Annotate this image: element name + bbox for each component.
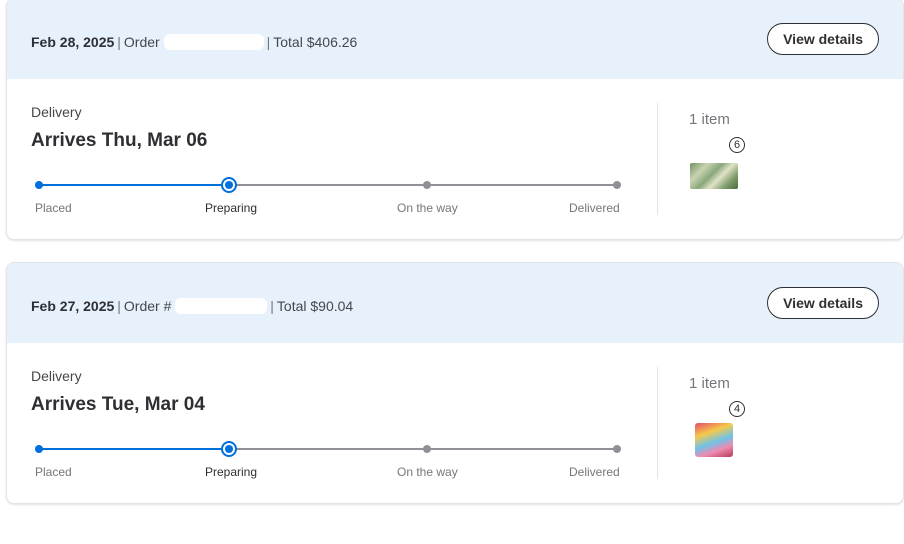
item-count: 1 item [689,111,730,128]
product-thumbnail[interactable] [690,163,738,189]
separator: | [117,34,121,50]
order-card: Feb 27, 2025 | Order # | Total $90.04 View … [6,262,904,504]
separator: | [117,298,121,314]
view-details-button[interactable]: View details [767,287,879,319]
step-label-delivered: Delivered [569,465,620,479]
order-body: Delivery Arrives Thu, Mar 06 Placed Prep… [7,79,903,239]
step-label-placed: Placed [35,465,72,479]
order-body: Delivery Arrives Tue, Mar 04 Placed Prep… [7,343,903,503]
view-details-button[interactable]: View details [767,23,879,55]
order-header: Feb 28, 2025 | Order | Total $406.26 View d… [7,0,903,79]
order-card: Feb 28, 2025 | Order | Total $406.26 View d… [6,0,904,240]
order-total: Total $406.26 [273,34,358,50]
step-dot-delivered [613,181,621,189]
delivery-type: Delivery [31,104,82,120]
step-label-placed: Placed [35,201,72,215]
quantity-badge: 4 [729,401,745,417]
step-label-on-the-way: On the way [397,465,458,479]
divider [657,367,658,479]
step-dot-preparing [221,177,237,193]
order-header: Feb 27, 2025 | Order # | Total $90.04 View … [7,263,903,343]
arrival-date: Arrives Thu, Mar 06 [31,130,208,151]
product-thumbnail[interactable] [695,423,733,457]
progress-line-completed [39,184,229,186]
order-summary: Feb 27, 2025 | Order # | Total $90.04 [31,298,353,314]
order-total: Total $90.04 [276,298,354,314]
progress-line-completed [39,448,229,450]
order-summary: Feb 28, 2025 | Order | Total $406.26 [31,34,357,50]
step-label-on-the-way: On the way [397,201,458,215]
step-label-preparing: Preparing [205,465,258,479]
step-label-preparing: Preparing [205,201,258,215]
redacted-order-number [175,298,268,314]
progress-tracker: Placed Preparing On the way Delivered [35,177,621,217]
arrival-date: Arrives Tue, Mar 04 [31,394,205,415]
quantity-badge: 6 [729,137,745,153]
order-date: Feb 28, 2025 [31,34,115,50]
step-dot-on-the-way [423,181,431,189]
step-dot-delivered [613,445,621,453]
delivery-type: Delivery [31,368,82,384]
step-dot-preparing [221,441,237,457]
step-label-delivered: Delivered [569,201,620,215]
order-date: Feb 27, 2025 [31,298,115,314]
separator: | [266,34,271,50]
step-dot-placed [35,445,43,453]
order-number-label: Order [123,34,160,50]
order-number-label: Order # [123,298,172,314]
progress-tracker: Placed Preparing On the way Delivered [35,441,621,481]
step-dot-placed [35,181,43,189]
redacted-order-number [163,34,264,50]
separator: | [270,298,274,314]
step-dot-on-the-way [423,445,431,453]
item-count: 1 item [689,375,730,392]
divider [657,103,658,215]
